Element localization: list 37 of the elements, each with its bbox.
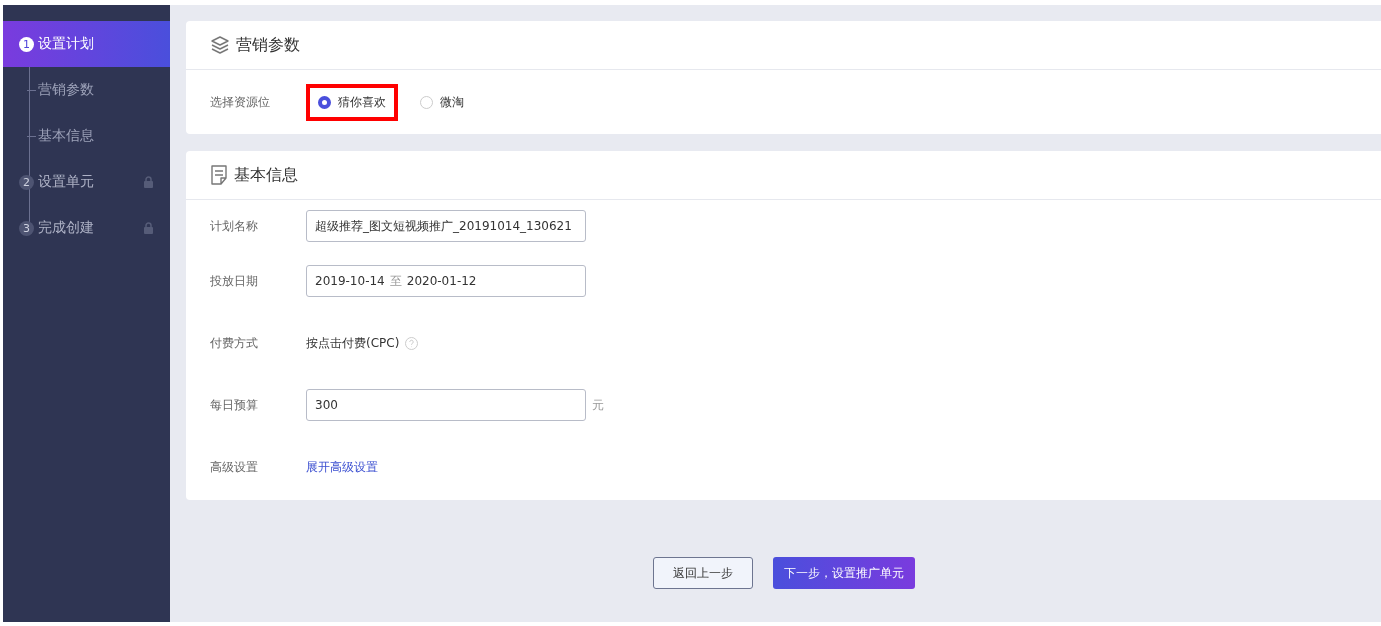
expand-settings-link[interactable]: 展开高级设置 (306, 458, 378, 476)
step-label: 完成创建 (38, 219, 94, 237)
step-label: 设置单元 (38, 173, 94, 191)
step-number: 2 (19, 174, 34, 190)
unit-label: 元 (592, 396, 604, 414)
start-date: 2019-10-14 (315, 274, 385, 288)
payment-value: 按点击付费(CPC) (306, 334, 400, 352)
lock-icon (143, 176, 154, 188)
radio-button[interactable] (318, 95, 331, 109)
date-range-field[interactable]: 2019-10-14 至 2020-01-12 (306, 265, 586, 297)
text-field[interactable]: 超级推荐_图文短视频推广_20191014_130621 (306, 210, 586, 242)
section-title: 营销参数 (236, 34, 300, 56)
section-title: 基本信息 (234, 164, 298, 186)
text-field[interactable]: 300 (306, 389, 586, 421)
step-item[interactable]: 2 设置单元 (3, 159, 170, 205)
help-icon[interactable] (405, 336, 419, 350)
substep-item[interactable]: 基本信息 (38, 127, 94, 145)
back-button[interactable]: 返回上一步 (652, 557, 753, 589)
document-icon (210, 165, 228, 185)
layers-icon (210, 36, 230, 54)
field-label: 每日预算 (210, 396, 259, 414)
field-label: 计划名称 (210, 217, 259, 235)
field-label: 选择资源位 (210, 93, 271, 111)
step-item[interactable]: 3 完成创建 (3, 205, 170, 251)
step-label: 设置计划 (38, 35, 94, 53)
radio-label[interactable]: 微淘 (440, 93, 464, 111)
field-label: 付费方式 (210, 334, 259, 352)
field-label: 高级设置 (210, 458, 259, 476)
substep-item[interactable]: 营销参数 (38, 81, 94, 99)
field-label: 投放日期 (210, 272, 259, 290)
next-button[interactable]: 下一步，设置推广单元 (772, 557, 915, 589)
lock-icon (143, 222, 154, 234)
step-item[interactable]: 1 设置计划 (3, 21, 170, 67)
end-date: 2020-01-12 (406, 274, 477, 288)
range-separator: 至 (389, 272, 402, 290)
step-number: 3 (19, 220, 34, 236)
step-number: 1 (19, 36, 34, 52)
